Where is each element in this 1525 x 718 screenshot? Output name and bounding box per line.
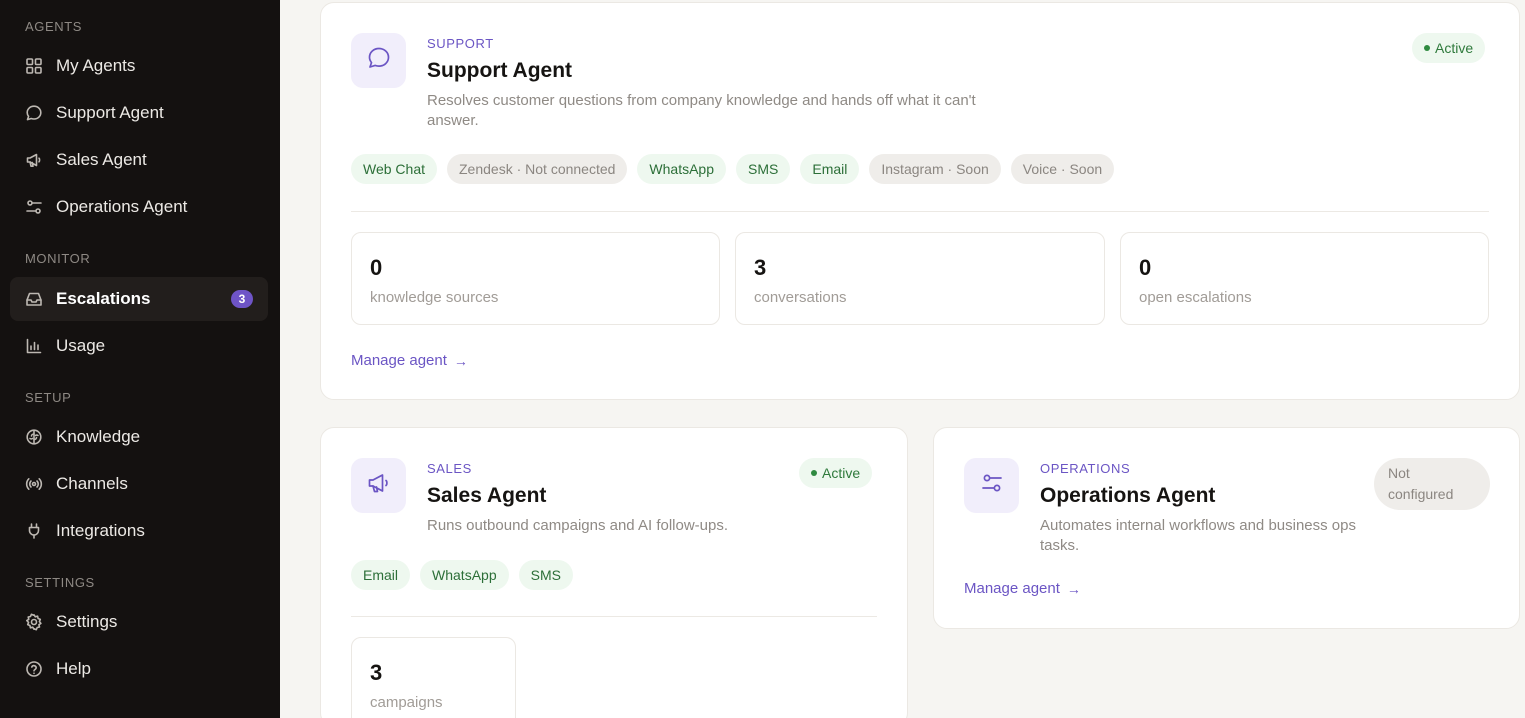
arrow-right-icon: → (1066, 580, 1081, 597)
help-circle-icon (25, 660, 43, 678)
stat-label: conversations (754, 289, 847, 306)
stat-value: 0 (1139, 255, 1152, 280)
sidebar-item-support-agent[interactable]: Support Agent (10, 91, 268, 135)
support-channel-chips: Web Chat Zendesk · Not connected WhatsAp… (351, 154, 1115, 184)
stat-open-escalations: 0 open escalations (1120, 232, 1489, 325)
brain-icon (25, 428, 43, 446)
channel-chip-whatsapp[interactable]: WhatsApp (637, 154, 727, 184)
sidebar-item-label: Settings (56, 612, 118, 631)
sliders-icon (25, 198, 43, 216)
sliders-icon (979, 470, 1005, 501)
sidebar-item-operations-agent[interactable]: Operations Agent (10, 185, 268, 229)
status-dot-icon (1424, 45, 1430, 51)
section-label-monitor: MONITOR (25, 251, 91, 266)
support-agent-card: SUPPORT Support Agent Resolves customer … (320, 2, 1520, 400)
sales-agent-description: Runs outbound campaigns and AI follow-up… (427, 517, 729, 534)
status-label: Active (1435, 40, 1474, 56)
sidebar-item-sales-agent[interactable]: Sales Agent (10, 138, 268, 182)
operations-agent-card: OPERATIONS Operations Agent Automates in… (933, 427, 1520, 629)
support-manage-agent-link[interactable]: Manage agent → (351, 352, 468, 369)
status-dot-icon (811, 470, 817, 476)
support-agent-description: Resolves customer questions from company… (427, 92, 976, 129)
operations-agent-title: Operations Agent (1040, 484, 1216, 507)
channel-chip-whatsapp[interactable]: WhatsApp (420, 560, 509, 590)
megaphone-icon (366, 470, 392, 501)
channel-chip-email[interactable]: Email (800, 154, 860, 184)
sales-agent-card: SALES Sales Agent Runs outbound campaign… (320, 427, 908, 718)
inbox-icon (25, 290, 43, 308)
support-agent-icon-tile (351, 33, 406, 88)
section-label-settings: SETTINGS (25, 575, 95, 590)
status-label: Active (822, 465, 861, 481)
operations-status-badge: Not configured (1374, 458, 1490, 510)
channel-chip-zendesk[interactable]: Zendesk · Not connected (447, 154, 628, 184)
stat-value: 3 (370, 660, 383, 685)
stat-knowledge-sources: 0 knowledge sources (351, 232, 720, 325)
operations-agent-description: Automates internal workflows and busines… (1040, 517, 1356, 554)
stat-campaigns: 3 campaigns (351, 637, 516, 718)
chat-bubble-icon (366, 45, 392, 76)
stat-label: campaigns (370, 694, 443, 711)
sidebar-item-label: Help (56, 659, 91, 678)
escalations-count-badge: 3 (231, 290, 253, 308)
support-status-badge: Active (1412, 33, 1486, 63)
support-agent-title: Support Agent (427, 59, 573, 82)
channel-chip-instagram[interactable]: Instagram · Soon (869, 154, 1001, 184)
sidebar-item-escalations[interactable]: Escalations 3 (10, 277, 268, 321)
sidebar-item-channels[interactable]: Channels (10, 462, 268, 506)
sidebar-item-knowledge[interactable]: Knowledge (10, 415, 268, 459)
manage-agent-label: Manage agent (964, 580, 1060, 597)
sidebar-item-label: Support Agent (56, 103, 164, 122)
sidebar-item-integrations[interactable]: Integrations (10, 509, 268, 553)
sidebar-item-label: Integrations (56, 521, 145, 540)
chat-bubble-icon (25, 104, 43, 122)
operations-category-label: OPERATIONS (1040, 461, 1131, 476)
sidebar-item-settings[interactable]: Settings (10, 600, 268, 644)
sales-channel-chips: Email WhatsApp SMS (351, 560, 573, 590)
sales-divider (351, 616, 877, 617)
sidebar-item-label: Usage (56, 336, 106, 355)
stat-label: open escalations (1139, 289, 1252, 306)
sidebar-item-label: Channels (56, 474, 128, 493)
bar-chart-icon (25, 337, 43, 355)
sales-agent-title: Sales Agent (427, 484, 547, 507)
channel-chip-voice[interactable]: Voice · Soon (1010, 154, 1115, 184)
channel-chip-web-chat[interactable]: Web Chat (351, 154, 437, 184)
sidebar-item-label: Sales Agent (56, 150, 147, 169)
sidebar-item-label: My Agents (56, 56, 136, 75)
sidebar-item-my-agents[interactable]: My Agents (10, 44, 268, 88)
arrow-right-icon: → (453, 352, 468, 369)
sales-category-label: SALES (427, 461, 472, 476)
sidebar-item-label: Knowledge (56, 427, 141, 446)
section-label-setup: SETUP (25, 390, 72, 405)
sidebar-item-usage[interactable]: Usage (10, 324, 268, 368)
support-divider (351, 211, 1489, 212)
sidebar-item-label: Operations Agent (56, 197, 188, 216)
manage-agent-label: Manage agent (351, 352, 447, 369)
sidebar-item-label: Escalations (56, 289, 151, 308)
stat-value: 3 (754, 255, 767, 280)
channel-chip-email[interactable]: Email (351, 560, 411, 590)
broadcast-icon (25, 475, 43, 493)
megaphone-icon (25, 151, 43, 169)
operations-agent-icon-tile (964, 458, 1019, 513)
section-label-agents: AGENTS (25, 19, 83, 34)
stat-label: knowledge sources (370, 289, 499, 306)
stat-conversations: 3 conversations (735, 232, 1105, 325)
channel-chip-sms[interactable]: SMS (518, 560, 573, 590)
grid-icon (25, 57, 43, 75)
sales-agent-icon-tile (351, 458, 406, 513)
channel-chip-sms[interactable]: SMS (736, 154, 791, 184)
operations-manage-agent-link[interactable]: Manage agent → (964, 580, 1081, 597)
plug-icon (25, 522, 43, 540)
stat-value: 0 (370, 255, 383, 280)
support-category-label: SUPPORT (427, 36, 494, 51)
sidebar-item-help[interactable]: Help (10, 647, 268, 691)
sidebar: AGENTS My Agents Support Agent Sales Age… (0, 0, 280, 718)
gear-icon (25, 613, 43, 631)
sales-status-badge: Active (799, 458, 873, 488)
